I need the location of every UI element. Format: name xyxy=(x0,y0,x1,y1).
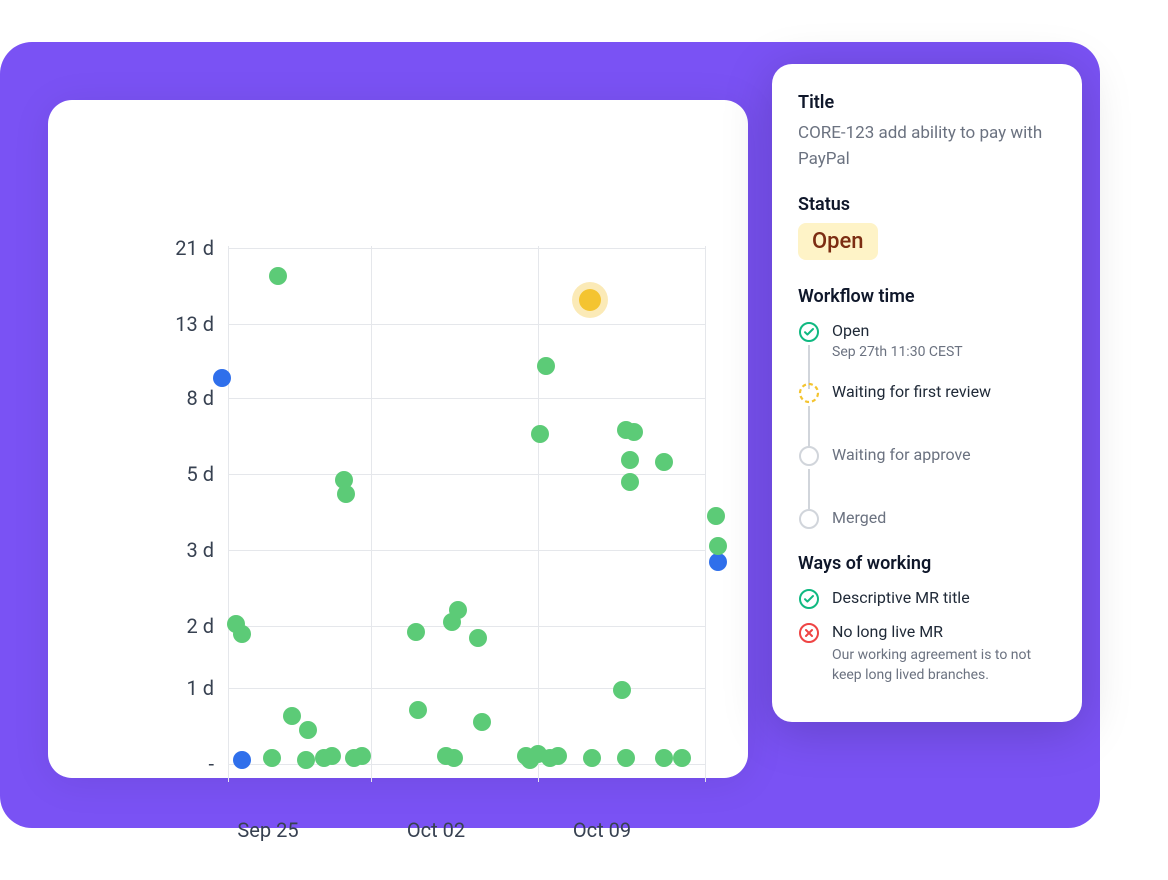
data-point[interactable] xyxy=(621,451,639,469)
check-circle-icon xyxy=(798,588,820,610)
data-point[interactable] xyxy=(549,747,567,765)
data-point[interactable] xyxy=(617,749,635,767)
workflow-step-approve: Waiting for approve xyxy=(798,445,1056,504)
y-tick-1d: 1 d xyxy=(146,676,214,700)
workflow-step-title: Waiting for first review xyxy=(832,382,1056,401)
y-tick-2d: 2 d xyxy=(146,614,214,638)
dashed-circle-icon xyxy=(798,382,820,404)
status-badge: Open xyxy=(798,223,878,260)
wow-item-title: No long live MR xyxy=(832,622,1056,641)
data-point[interactable] xyxy=(445,749,463,767)
mr-detail-card: Title CORE-123 add ability to pay with P… xyxy=(772,64,1082,722)
workflow-step-first-review: Waiting for first review xyxy=(798,382,1056,441)
data-point[interactable] xyxy=(233,625,251,643)
data-point[interactable] xyxy=(353,747,371,765)
data-point-blue[interactable] xyxy=(213,369,231,387)
empty-circle-icon xyxy=(798,508,820,530)
data-point[interactable] xyxy=(263,749,281,767)
data-point[interactable] xyxy=(449,601,467,619)
x-circle-icon xyxy=(798,622,820,644)
title-label: Title xyxy=(798,92,1056,113)
data-point[interactable] xyxy=(337,485,355,503)
data-point-blue[interactable] xyxy=(709,553,727,571)
data-point[interactable] xyxy=(673,749,691,767)
workflow-step-open: Open Sep 27th 11:30 CEST xyxy=(798,321,1056,378)
y-tick-3d: 3 d xyxy=(146,538,214,562)
data-point-blue[interactable] xyxy=(233,751,251,769)
data-point[interactable] xyxy=(621,473,639,491)
empty-circle-icon xyxy=(798,445,820,467)
workflow-step-title: Merged xyxy=(832,508,1056,527)
data-point[interactable] xyxy=(323,747,341,765)
plot-area xyxy=(228,246,706,782)
check-circle-icon xyxy=(798,321,820,343)
workflow-step-title: Open xyxy=(832,321,1056,340)
data-point[interactable] xyxy=(407,623,425,641)
workflow-step-time: Sep 27th 11:30 CEST xyxy=(832,344,1056,360)
data-point[interactable] xyxy=(409,701,427,719)
data-point[interactable] xyxy=(707,507,725,525)
wow-item-title: Descriptive MR title xyxy=(832,588,1056,607)
ways-of-working-label: Ways of working xyxy=(798,553,1056,574)
y-tick-5d: 5 d xyxy=(146,462,214,486)
y-tick-21d: 21 d xyxy=(146,236,214,260)
data-point[interactable] xyxy=(709,537,727,555)
data-point[interactable] xyxy=(283,707,301,725)
data-point[interactable] xyxy=(583,749,601,767)
status-label: Status xyxy=(798,194,1056,215)
data-point[interactable] xyxy=(531,425,549,443)
data-point[interactable] xyxy=(625,423,643,441)
data-point[interactable] xyxy=(473,713,491,731)
workflow-time-label: Workflow time xyxy=(798,286,1056,307)
wow-item-no-long-live: No long live MR Our working agreement is… xyxy=(798,622,1056,686)
workflow-timeline: Open Sep 27th 11:30 CEST Waiting for fir… xyxy=(798,321,1056,549)
data-point[interactable] xyxy=(537,357,555,375)
x-tick-oct09: Oct 09 xyxy=(573,818,631,842)
workflow-step-merged: Merged xyxy=(798,508,1056,549)
title-value: CORE-123 add ability to pay with PayPal xyxy=(798,121,1056,172)
y-tick-8d: 8 d xyxy=(146,386,214,410)
data-point[interactable] xyxy=(613,681,631,699)
data-point[interactable] xyxy=(655,453,673,471)
y-tick-0: - xyxy=(146,752,214,776)
data-point[interactable] xyxy=(269,267,287,285)
wow-item-descriptive-title: Descriptive MR title xyxy=(798,588,1056,610)
data-point[interactable] xyxy=(469,629,487,647)
cycle-time-chart-card: 21 d 13 d 8 d 5 d 3 d 2 d 1 d - Sep 25 O… xyxy=(48,100,748,778)
x-tick-oct02: Oct 02 xyxy=(407,818,465,842)
y-tick-13d: 13 d xyxy=(146,312,214,336)
wow-item-description: Our working agreement is to not keep lon… xyxy=(832,645,1056,686)
x-tick-sep25: Sep 25 xyxy=(237,818,298,842)
data-point-selected[interactable] xyxy=(579,289,601,311)
workflow-step-title: Waiting for approve xyxy=(832,445,1056,464)
data-point[interactable] xyxy=(655,749,673,767)
data-point[interactable] xyxy=(299,721,317,739)
data-point[interactable] xyxy=(297,751,315,769)
